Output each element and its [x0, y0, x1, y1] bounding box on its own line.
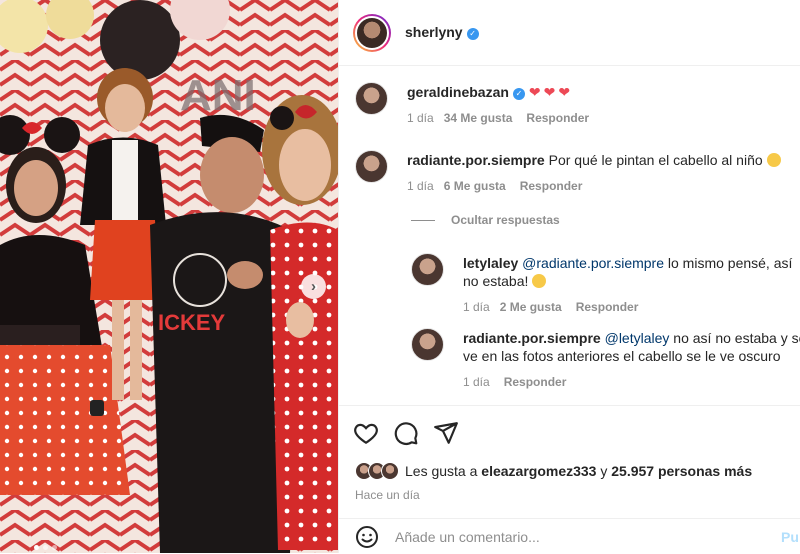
comments-list[interactable]: geraldinebazan ✓ ❤❤❤ 1 día 34 Me gusta Respo… — [339, 67, 800, 404]
comment-item: radiante.por.siempre Por qué le pintan e… — [339, 135, 800, 205]
post-timestamp: Hace un día — [355, 488, 420, 502]
reply-time: 1 día — [463, 375, 490, 389]
author-username[interactable]: sherlyny — [405, 24, 463, 40]
post-photo[interactable]: ANI ICKEY › — [0, 0, 338, 553]
divider-line — [411, 219, 435, 221]
photo-dot — [34, 545, 39, 550]
avatar — [381, 462, 399, 480]
reply-text-line1: no así no estaba y se — [673, 330, 800, 346]
hide-replies-button[interactable]: Ocultar respuestas — [411, 213, 560, 227]
photo-dot — [43, 545, 48, 550]
comment-username[interactable]: radiante.por.siempre — [407, 152, 545, 168]
replier-avatar[interactable] — [411, 328, 444, 361]
reply-button[interactable]: Responder — [576, 300, 639, 314]
reply-item: radiante.por.siempre @letylaley no así n… — [339, 320, 800, 400]
svg-text:ICKEY: ICKEY — [158, 310, 226, 335]
flushed-emoji-icon — [766, 153, 781, 167]
comment-likes[interactable]: 6 Me gusta — [444, 179, 506, 193]
reply-username[interactable]: radiante.por.siempre — [463, 330, 601, 346]
reply-username[interactable]: letylaley — [463, 255, 518, 271]
reply-text-line2: no estaba! — [463, 273, 529, 289]
reply-button[interactable]: Responder — [526, 111, 589, 125]
liker-avatars — [355, 462, 399, 480]
likes-user[interactable]: eleazargomez333 — [481, 463, 596, 479]
comment-time: 1 día — [407, 179, 434, 193]
post-side-panel: sherlyny ✓ geraldinebazan ✓ ❤❤❤ 1 día 34 Me … — [338, 0, 800, 553]
comment-likes[interactable]: 34 Me gusta — [444, 111, 513, 125]
add-comment-input[interactable] — [395, 525, 735, 549]
photo-pagination — [34, 545, 57, 550]
reply-mention[interactable]: @radiante.por.siempre — [522, 255, 664, 271]
chevron-right-icon: › — [311, 278, 316, 295]
flushed-emoji-icon — [532, 274, 547, 288]
share-icon[interactable] — [433, 420, 459, 446]
comment-item: geraldinebazan ✓ ❤❤❤ 1 día 34 Me gusta Respo… — [339, 67, 800, 137]
photo-dot — [52, 545, 57, 550]
verified-badge-icon: ✓ — [466, 27, 479, 40]
reply-likes[interactable]: 2 Me gusta — [500, 300, 562, 314]
reply-item: letylaley @radiante.por.siempre lo mismo… — [339, 245, 800, 320]
reply-button[interactable]: Responder — [520, 179, 583, 193]
instagram-post: ANI ICKEY › sherlyny ✓ geraldinebazan ✓ … — [0, 0, 800, 553]
replier-avatar[interactable] — [411, 253, 444, 286]
likes-middle: y — [600, 463, 608, 479]
reply-time: 1 día — [463, 300, 490, 314]
photo-image: ANI ICKEY — [0, 0, 338, 553]
likes-summary[interactable]: Les gusta a eleazargomez333 y 25.957 per… — [355, 462, 752, 480]
likes-others[interactable]: 25.957 personas más — [611, 463, 752, 479]
author-avatar[interactable] — [353, 14, 391, 52]
svg-text:ANI: ANI — [180, 71, 256, 120]
heart-icon[interactable] — [353, 420, 379, 446]
commenter-avatar[interactable] — [355, 82, 388, 115]
post-comment-button[interactable]: Pu — [781, 529, 799, 545]
comment-text: Por qué le pintan el cabello al niño — [548, 152, 763, 168]
reply-text-line2: ve en las fotos anteriores el cabello se… — [463, 348, 781, 364]
post-actions: Les gusta a eleazargomez333 y 25.957 per… — [339, 405, 800, 553]
comment-hearts: ❤❤❤ — [528, 84, 574, 100]
add-comment-bar: Pu — [339, 518, 800, 554]
reply-text-line1: lo mismo pensé, así — [667, 255, 793, 271]
next-photo-button[interactable]: › — [301, 274, 326, 299]
post-header: sherlyny ✓ — [339, 0, 800, 66]
comment-username[interactable]: geraldinebazan — [407, 84, 509, 100]
smile-icon[interactable] — [355, 525, 379, 549]
comment-icon[interactable] — [393, 420, 419, 446]
verified-badge-icon: ✓ — [512, 88, 525, 100]
reply-mention[interactable]: @letylaley — [605, 330, 670, 346]
comment-time: 1 día — [407, 111, 434, 125]
likes-prefix: Les gusta a — [405, 463, 478, 479]
reply-button[interactable]: Responder — [504, 375, 567, 389]
commenter-avatar[interactable] — [355, 150, 388, 183]
hide-replies-label: Ocultar respuestas — [451, 213, 560, 227]
